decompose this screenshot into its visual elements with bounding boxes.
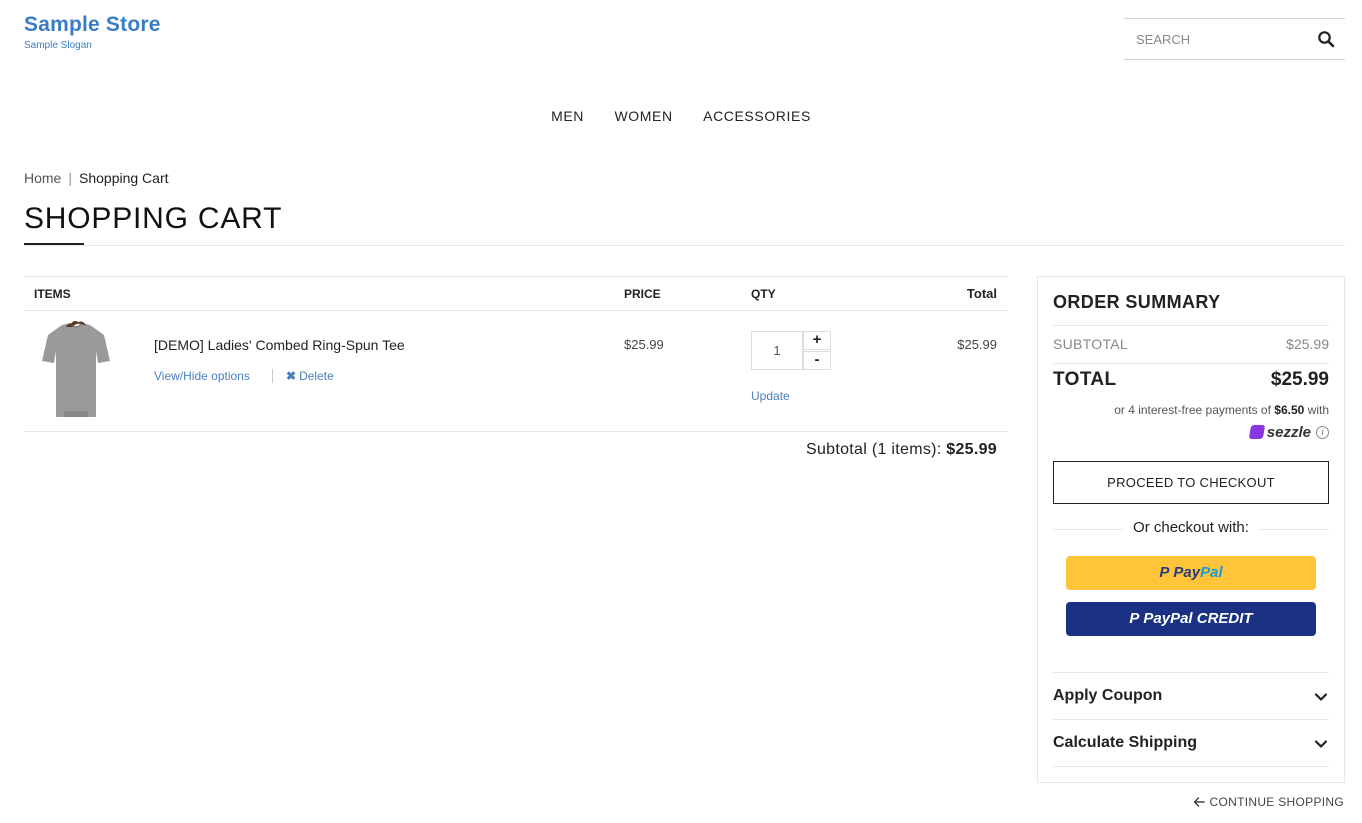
cart-subtotal: Subtotal (1 items): $25.99	[806, 441, 997, 459]
arrow-left-icon	[1193, 797, 1205, 807]
search-input[interactable]	[1124, 19, 1309, 59]
quantity-box	[751, 331, 803, 370]
title-underline	[24, 243, 84, 245]
breadcrumb-separator: |	[68, 170, 72, 186]
order-summary-panel: ORDER SUMMARY SUBTOTAL $25.99 TOTAL $25.…	[1037, 276, 1345, 783]
summary-divider	[1053, 363, 1329, 364]
sezzle-logo[interactable]: sezzle	[1248, 424, 1311, 441]
view-hide-options-link[interactable]: View/Hide options	[154, 369, 250, 383]
paypal-credit-text: PayPal CREDIT	[1143, 610, 1253, 627]
item-line-total: $25.99	[957, 337, 997, 352]
header-qty: QTY	[751, 287, 776, 301]
delete-item-link[interactable]: ✖ Delete	[286, 369, 334, 383]
breadcrumb-current: Shopping Cart	[79, 170, 169, 186]
search-icon[interactable]	[1317, 30, 1335, 48]
sezzle-prefix: or 4 interest-free payments of	[1114, 403, 1271, 417]
sezzle-installment-text: or 4 interest-free payments of $6.50 wit…	[1114, 403, 1329, 417]
paypal-pal-text: Pal	[1200, 564, 1223, 581]
proceed-to-checkout-button[interactable]: PROCEED TO CHECKOUT	[1053, 461, 1329, 504]
header-price: PRICE	[624, 287, 661, 301]
sezzle-mark-icon	[1248, 425, 1266, 439]
summary-subtotal-label: SUBTOTAL	[1053, 336, 1129, 352]
info-icon[interactable]: i	[1316, 426, 1329, 439]
search-bar	[1124, 18, 1345, 60]
update-quantity-link[interactable]: Update	[751, 389, 790, 403]
shipping-divider	[1053, 719, 1329, 720]
paypal-icon: P	[1159, 564, 1170, 581]
continue-shopping-label: CONTINUE SHOPPING	[1209, 795, 1344, 809]
breadcrumb: Home | Shopping Cart	[24, 170, 169, 186]
summary-total-value: $25.99	[1270, 369, 1329, 390]
sezzle-brand: sezzle	[1266, 424, 1311, 441]
store-name[interactable]: Sample Store	[24, 13, 161, 37]
summary-subtotal-value: $25.99	[1286, 336, 1329, 352]
order-summary-title: ORDER SUMMARY	[1053, 292, 1221, 312]
chevron-down-icon[interactable]	[1314, 737, 1328, 751]
cart-table: ITEMS PRICE QTY Total [DEMO] Ladies' Com…	[24, 276, 1007, 458]
product-name-link[interactable]: [DEMO] Ladies' Combed Ring-Spun Tee	[154, 337, 405, 353]
header-total: Total	[966, 286, 997, 301]
page-title: SHOPPING CART	[24, 202, 283, 235]
paypal-button[interactable]: P PayPal	[1066, 556, 1316, 590]
quantity-decrease-button[interactable]: -	[803, 351, 831, 370]
item-price: $25.99	[624, 337, 664, 352]
summary-divider	[1053, 325, 1329, 326]
options-separator	[272, 369, 273, 383]
cart-table-header: ITEMS PRICE QTY Total	[24, 276, 1007, 311]
coupon-divider	[1053, 672, 1329, 673]
sezzle-amount: $6.50	[1274, 403, 1305, 417]
store-logo[interactable]: Sample Store Sample Slogan	[24, 13, 161, 51]
chevron-down-icon[interactable]	[1314, 690, 1328, 704]
calculate-shipping-toggle[interactable]: Calculate Shipping	[1053, 734, 1197, 752]
paypal-credit-button[interactable]: P PayPal CREDIT	[1066, 602, 1316, 636]
paypal-pay-text: Pay	[1173, 564, 1201, 581]
apply-coupon-toggle[interactable]: Apply Coupon	[1053, 687, 1162, 705]
continue-shopping-link[interactable]: CONTINUE SHOPPING	[1193, 795, 1344, 809]
summary-bottom-divider	[1053, 766, 1329, 767]
nav-item-men[interactable]: MEN	[551, 108, 584, 124]
main-nav: MEN WOMEN ACCESSORIES	[0, 108, 1362, 126]
nav-item-accessories[interactable]: ACCESSORIES	[703, 108, 811, 124]
sezzle-suffix: with	[1307, 403, 1329, 417]
store-slogan: Sample Slogan	[24, 40, 92, 51]
title-divider	[24, 245, 1345, 246]
quantity-input[interactable]	[752, 332, 802, 369]
breadcrumb-home[interactable]: Home	[24, 170, 61, 186]
product-thumbnail[interactable]	[38, 321, 114, 421]
summary-total-label: TOTAL	[1053, 369, 1117, 390]
delete-icon: ✖	[286, 369, 297, 383]
cart-subtotal-label: Subtotal (1 items):	[805, 441, 942, 458]
header-items: ITEMS	[34, 287, 71, 301]
nav-item-women[interactable]: WOMEN	[614, 108, 672, 124]
paypal-icon: P	[1129, 610, 1140, 627]
cart-row: [DEMO] Ladies' Combed Ring-Spun Tee View…	[24, 311, 1007, 432]
or-checkout-label: Or checkout with:	[1123, 519, 1259, 536]
quantity-increase-button[interactable]: +	[803, 331, 831, 350]
or-checkout-with: Or checkout with:	[1038, 519, 1344, 536]
delete-label: Delete	[299, 369, 334, 383]
cart-subtotal-value: $25.99	[946, 441, 997, 458]
